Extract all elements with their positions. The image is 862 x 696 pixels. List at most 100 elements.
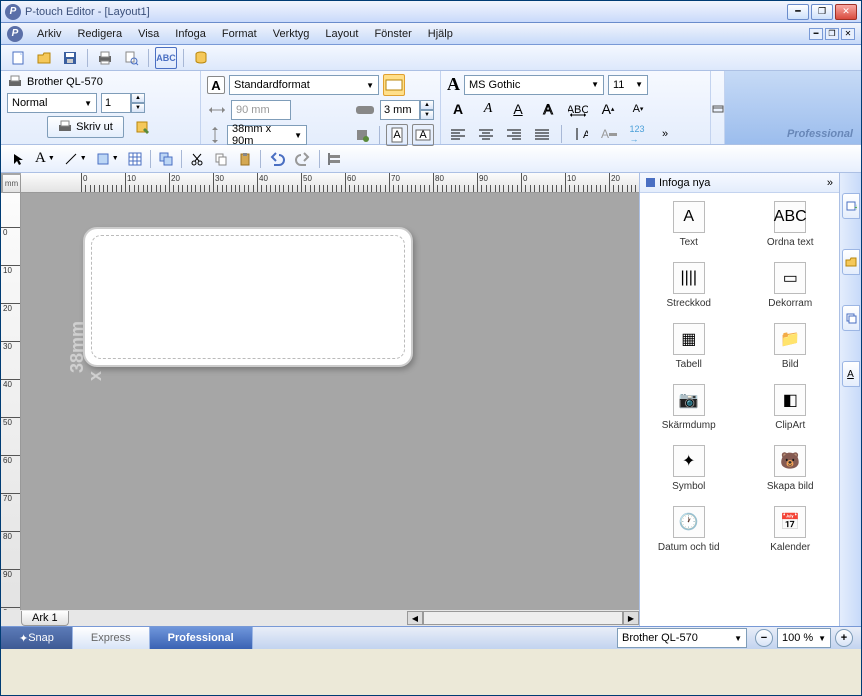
vertical-ruler[interactable]: 01020304050607080900	[1, 193, 21, 610]
mode-professional-tab[interactable]: Professional	[150, 627, 253, 649]
text-format-button[interactable]: ABC	[155, 47, 177, 69]
align-objects-button[interactable]	[324, 148, 346, 170]
horizontal-ruler[interactable]: 010203040506070809001020	[21, 173, 639, 193]
insert-streckkod[interactable]: ||||Streckkod	[640, 262, 738, 309]
underline-button[interactable]: A	[507, 98, 529, 120]
decrease-font-button[interactable]: A▾	[627, 98, 649, 120]
print-button[interactable]	[94, 47, 116, 69]
menu-verktyg[interactable]: Verktyg	[265, 25, 318, 43]
mode-express-tab[interactable]: Express	[73, 627, 150, 649]
label-object[interactable]	[83, 227, 413, 367]
more-font-button[interactable]: »	[654, 123, 676, 145]
zoom-out-button[interactable]: −	[755, 629, 773, 647]
redo-button[interactable]	[291, 148, 315, 170]
text-color-button[interactable]: A	[598, 123, 620, 145]
side-tab-layers[interactable]	[842, 305, 860, 331]
paper-icon[interactable]: A	[207, 76, 225, 94]
canvas[interactable]: 38mm x 90mm	[21, 193, 639, 610]
mdi-minimize-button[interactable]: ━	[809, 28, 823, 40]
bold-button[interactable]: A	[447, 98, 469, 120]
align-justify-button[interactable]	[531, 123, 553, 145]
horizontal-scrollbar[interactable]	[423, 611, 623, 625]
new-document-button[interactable]	[7, 47, 29, 69]
menu-format[interactable]: Format	[214, 25, 265, 43]
mode-snap-tab[interactable]: ✦ Snap	[1, 627, 73, 649]
menu-redigera[interactable]: Redigera	[69, 25, 130, 43]
italic-button[interactable]: A	[477, 98, 499, 120]
align-center-button[interactable]	[475, 123, 497, 145]
copy-button[interactable]	[210, 148, 232, 170]
margin-spinner[interactable]: ▲▼	[380, 100, 434, 120]
database-button[interactable]	[190, 47, 212, 69]
insert-skärmdump[interactable]: 📷Skärmdump	[640, 384, 738, 431]
paste-button[interactable]	[234, 148, 256, 170]
menu-visa[interactable]: Visa	[130, 25, 167, 43]
window-maximize-button[interactable]: ❐	[811, 4, 833, 20]
insert-datum-och-tid[interactable]: 🕐Datum och tid	[640, 506, 738, 553]
zoom-level-dropdown[interactable]: 100 %▼	[777, 628, 831, 648]
insert-bild[interactable]: 📁Bild	[742, 323, 840, 370]
cut-button[interactable]	[186, 148, 208, 170]
open-button[interactable]	[33, 47, 55, 69]
print-preview-button[interactable]	[120, 47, 142, 69]
menu-arkiv[interactable]: Arkiv	[29, 25, 69, 43]
menu-infoga[interactable]: Infoga	[167, 25, 214, 43]
insert-ordna-text[interactable]: ABCOrdna text	[742, 201, 840, 248]
paper-format-dropdown[interactable]: Standardformat▼	[229, 75, 379, 95]
text-tool[interactable]: A▼	[31, 148, 58, 170]
fit-text-button[interactable]: ABC	[567, 98, 589, 120]
outline-button[interactable]: A	[537, 98, 559, 120]
side-tab-add[interactable]: +	[842, 193, 860, 219]
sheet-tab[interactable]: Ark 1	[21, 611, 69, 626]
paper-size-dropdown[interactable]: 38mm x 90m▼	[227, 125, 307, 145]
zoom-in-button[interactable]: +	[835, 629, 853, 647]
menu-layout[interactable]: Layout	[317, 25, 366, 43]
copies-spinner[interactable]: ▲▼	[101, 93, 145, 113]
label-shape-button[interactable]	[354, 99, 376, 121]
paper-width-field[interactable]: 90 mm	[231, 100, 291, 120]
align-left-button[interactable]	[447, 123, 469, 145]
increase-font-button[interactable]: A▴	[597, 98, 619, 120]
align-right-button[interactable]	[503, 123, 525, 145]
shape-tool[interactable]: ▼	[92, 148, 122, 170]
line-tool[interactable]: ▼	[60, 148, 90, 170]
font-family-dropdown[interactable]: MS Gothic▼	[464, 75, 604, 95]
insert-symbol[interactable]: ✦Symbol	[640, 445, 738, 492]
orientation-landscape-button[interactable]	[383, 74, 405, 96]
ribbon-collapse-button[interactable]	[711, 97, 725, 119]
side-tab-properties[interactable]: A	[842, 361, 860, 387]
number-format-button[interactable]: 123→	[626, 123, 648, 145]
select-all-button[interactable]	[155, 148, 177, 170]
feed-button[interactable]	[351, 124, 373, 146]
print-mode-dropdown[interactable]: Normal▼	[7, 93, 97, 113]
status-printer-dropdown[interactable]: Brother QL-570▼	[617, 628, 747, 648]
print-button-main[interactable]: Skriv ut	[47, 116, 124, 138]
app-menu-icon[interactable]: P	[7, 26, 23, 42]
side-tab-folder[interactable]	[842, 249, 860, 275]
table-tool[interactable]	[124, 148, 146, 170]
undo-button[interactable]	[265, 148, 289, 170]
width-icon	[207, 102, 227, 118]
mdi-close-button[interactable]: ✕	[841, 28, 855, 40]
font-size-dropdown[interactable]: 11▼	[608, 75, 648, 95]
scroll-right-button[interactable]: ▶	[623, 611, 639, 625]
portrait-button[interactable]: A	[386, 124, 408, 146]
menu-hjalp[interactable]: Hjälp	[420, 25, 461, 43]
insert-dekorram[interactable]: ▭Dekorram	[742, 262, 840, 309]
scroll-left-button[interactable]: ◀	[407, 611, 423, 625]
menu-fonster[interactable]: Fönster	[366, 25, 419, 43]
mdi-restore-button[interactable]: ❐	[825, 28, 839, 40]
window-minimize-button[interactable]: ━	[787, 4, 809, 20]
landscape-button[interactable]: A	[412, 124, 434, 146]
side-panel-expand-button[interactable]: »	[827, 177, 833, 189]
insert-skapa-bild[interactable]: 🐻Skapa bild	[742, 445, 840, 492]
insert-clipart[interactable]: ◧ClipArt	[742, 384, 840, 431]
window-close-button[interactable]: ✕	[835, 4, 857, 20]
vertical-text-button[interactable]: A	[570, 123, 592, 145]
save-button[interactable]	[59, 47, 81, 69]
insert-text[interactable]: AText	[640, 201, 738, 248]
pointer-tool[interactable]	[7, 148, 29, 170]
print-options-button[interactable]	[132, 116, 154, 138]
insert-kalender[interactable]: 📅Kalender	[742, 506, 840, 553]
insert-tabell[interactable]: ▦Tabell	[640, 323, 738, 370]
